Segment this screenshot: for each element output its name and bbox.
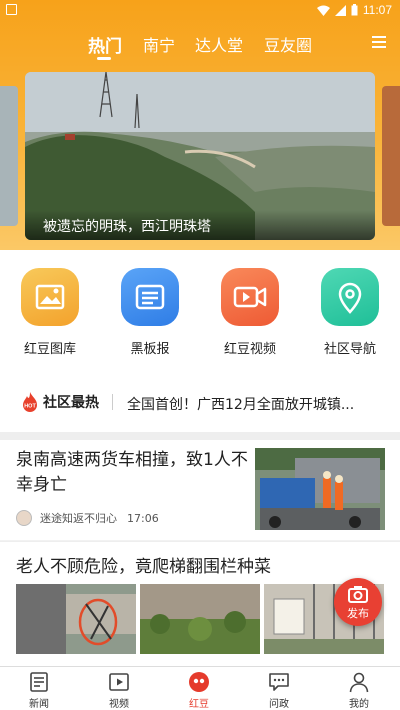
news-thumbnail[interactable] — [16, 584, 136, 654]
quick-nav-video[interactable]: 红豆视频 — [210, 268, 290, 357]
news-title[interactable]: 泉南高速两货车相撞，致1人不幸身亡 — [16, 448, 248, 498]
active-tab-indicator — [97, 57, 111, 60]
bottom-nav-mine[interactable]: 我的 — [329, 671, 389, 710]
bottom-nav-label: 红豆 — [189, 699, 209, 710]
bottom-nav-news[interactable]: 新闻 — [9, 671, 69, 710]
tab-nanning[interactable]: 南宁 — [143, 32, 175, 56]
video-icon — [221, 268, 279, 326]
bottom-nav: 新闻 视频 红豆 问政 我的 — [0, 666, 400, 710]
news-author: 迷途知返不归心 — [40, 512, 117, 525]
user-icon — [348, 671, 370, 693]
news-item[interactable]: 泉南高速两货车相撞，致1人不幸身亡 迷途知返不归心 17:06 — [0, 440, 400, 540]
news-time: 17:06 — [127, 511, 159, 525]
board-icon — [121, 268, 179, 326]
bottom-nav-politics[interactable]: 问政 — [249, 671, 309, 710]
hot-flame-icon: HOT — [20, 392, 40, 412]
bottom-nav-label: 问政 — [269, 699, 289, 710]
quick-nav-blackboard[interactable]: 黑板报 — [110, 268, 190, 357]
hongdou-icon — [188, 671, 210, 693]
publish-label: 发布 — [347, 607, 369, 620]
section-gap — [0, 432, 400, 440]
hot-topic-bar[interactable]: HOT 社区最热 全国首创！广西12月全面放开城镇... — [0, 370, 400, 432]
news-meta: 迷途知返不归心 17:06 — [16, 510, 159, 526]
tab-hot[interactable]: 热门 — [88, 32, 122, 57]
tab-experts[interactable]: 达人堂 — [195, 32, 243, 56]
video-play-icon — [108, 671, 130, 693]
battery-icon — [351, 4, 358, 16]
banner-next-peek[interactable] — [382, 86, 400, 226]
hot-label: HOT — [24, 404, 36, 410]
publish-button[interactable]: 发布 — [334, 578, 382, 626]
hot-title: 社区最热 — [43, 395, 99, 411]
image-notification-icon — [6, 4, 17, 15]
quick-nav-community-guide[interactable]: 社区导航 — [310, 268, 390, 357]
news-thumbnails — [16, 584, 386, 654]
quick-nav: 红豆图库 黑板报 红豆视频 社区导航 — [0, 250, 400, 370]
tab-friends-circle[interactable]: 豆友圈 — [264, 32, 312, 56]
menu-icon[interactable] — [372, 36, 386, 48]
banner-carousel[interactable]: 被遗忘的明珠，西江明珠塔 — [25, 72, 375, 240]
status-time: 11:07 — [362, 3, 392, 17]
image-icon — [21, 268, 79, 326]
hot-headline[interactable]: 全国首创！广西12月全面放开城镇... — [127, 394, 385, 414]
news-title[interactable]: 老人不顾危险，竟爬梯翻围栏种菜 — [16, 552, 271, 577]
location-icon — [321, 268, 379, 326]
quick-nav-label: 红豆视频 — [223, 342, 276, 357]
bottom-nav-hongdou[interactable]: 红豆 — [169, 671, 229, 710]
quick-nav-label: 红豆图库 — [23, 342, 76, 357]
banner-caption: 被遗忘的明珠，西江明珠塔 — [25, 210, 375, 240]
bottom-nav-label: 视频 — [109, 699, 129, 710]
avatar[interactable] — [16, 510, 32, 526]
news-icon — [28, 671, 50, 693]
signal-icon — [334, 4, 346, 16]
quick-nav-gallery[interactable]: 红豆图库 — [10, 268, 90, 357]
bottom-nav-video[interactable]: 视频 — [89, 671, 149, 710]
quick-nav-label: 黑板报 — [130, 342, 170, 357]
banner-prev-peek[interactable] — [0, 86, 18, 226]
wifi-icon — [316, 5, 330, 16]
status-bar: 11:07 — [0, 0, 400, 20]
hot-divider — [112, 394, 113, 410]
top-tabs: 热门 南宁 达人堂 豆友圈 — [0, 30, 400, 60]
hot-badge: HOT 社区最热 — [20, 392, 99, 412]
news-thumbnail[interactable] — [255, 448, 385, 530]
chat-icon — [268, 671, 290, 693]
bottom-nav-label: 新闻 — [29, 699, 49, 710]
quick-nav-label: 社区导航 — [323, 342, 376, 357]
bottom-nav-label: 我的 — [349, 699, 369, 710]
news-thumbnail[interactable] — [140, 584, 260, 654]
